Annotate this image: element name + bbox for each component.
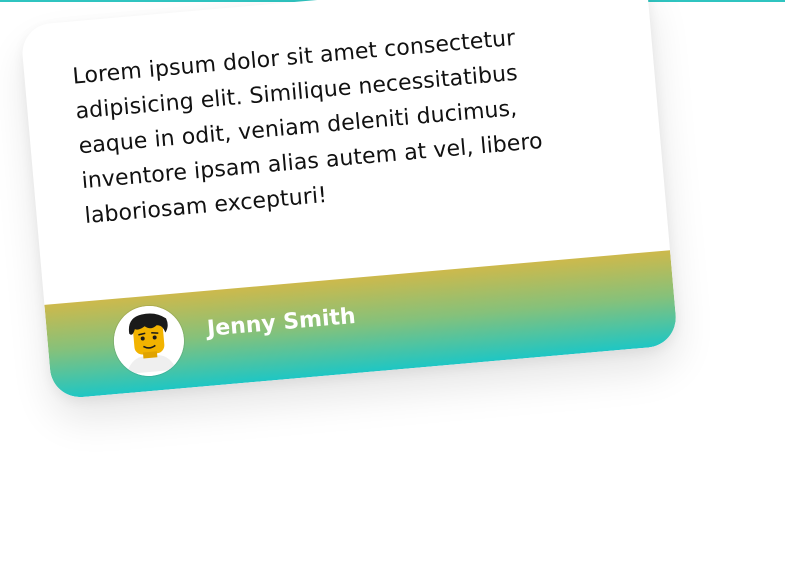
author-name: Jenny Smith — [206, 303, 357, 342]
lego-minifigure-avatar-icon — [113, 305, 184, 376]
testimonial-footer: Jenny Smith — [44, 250, 679, 400]
testimonial-card: Lorem ipsum dolor sit amet consectetur a… — [20, 0, 679, 400]
avatar — [111, 303, 187, 379]
testimonial-quote: Lorem ipsum dolor sit amet consectetur a… — [71, 25, 544, 230]
